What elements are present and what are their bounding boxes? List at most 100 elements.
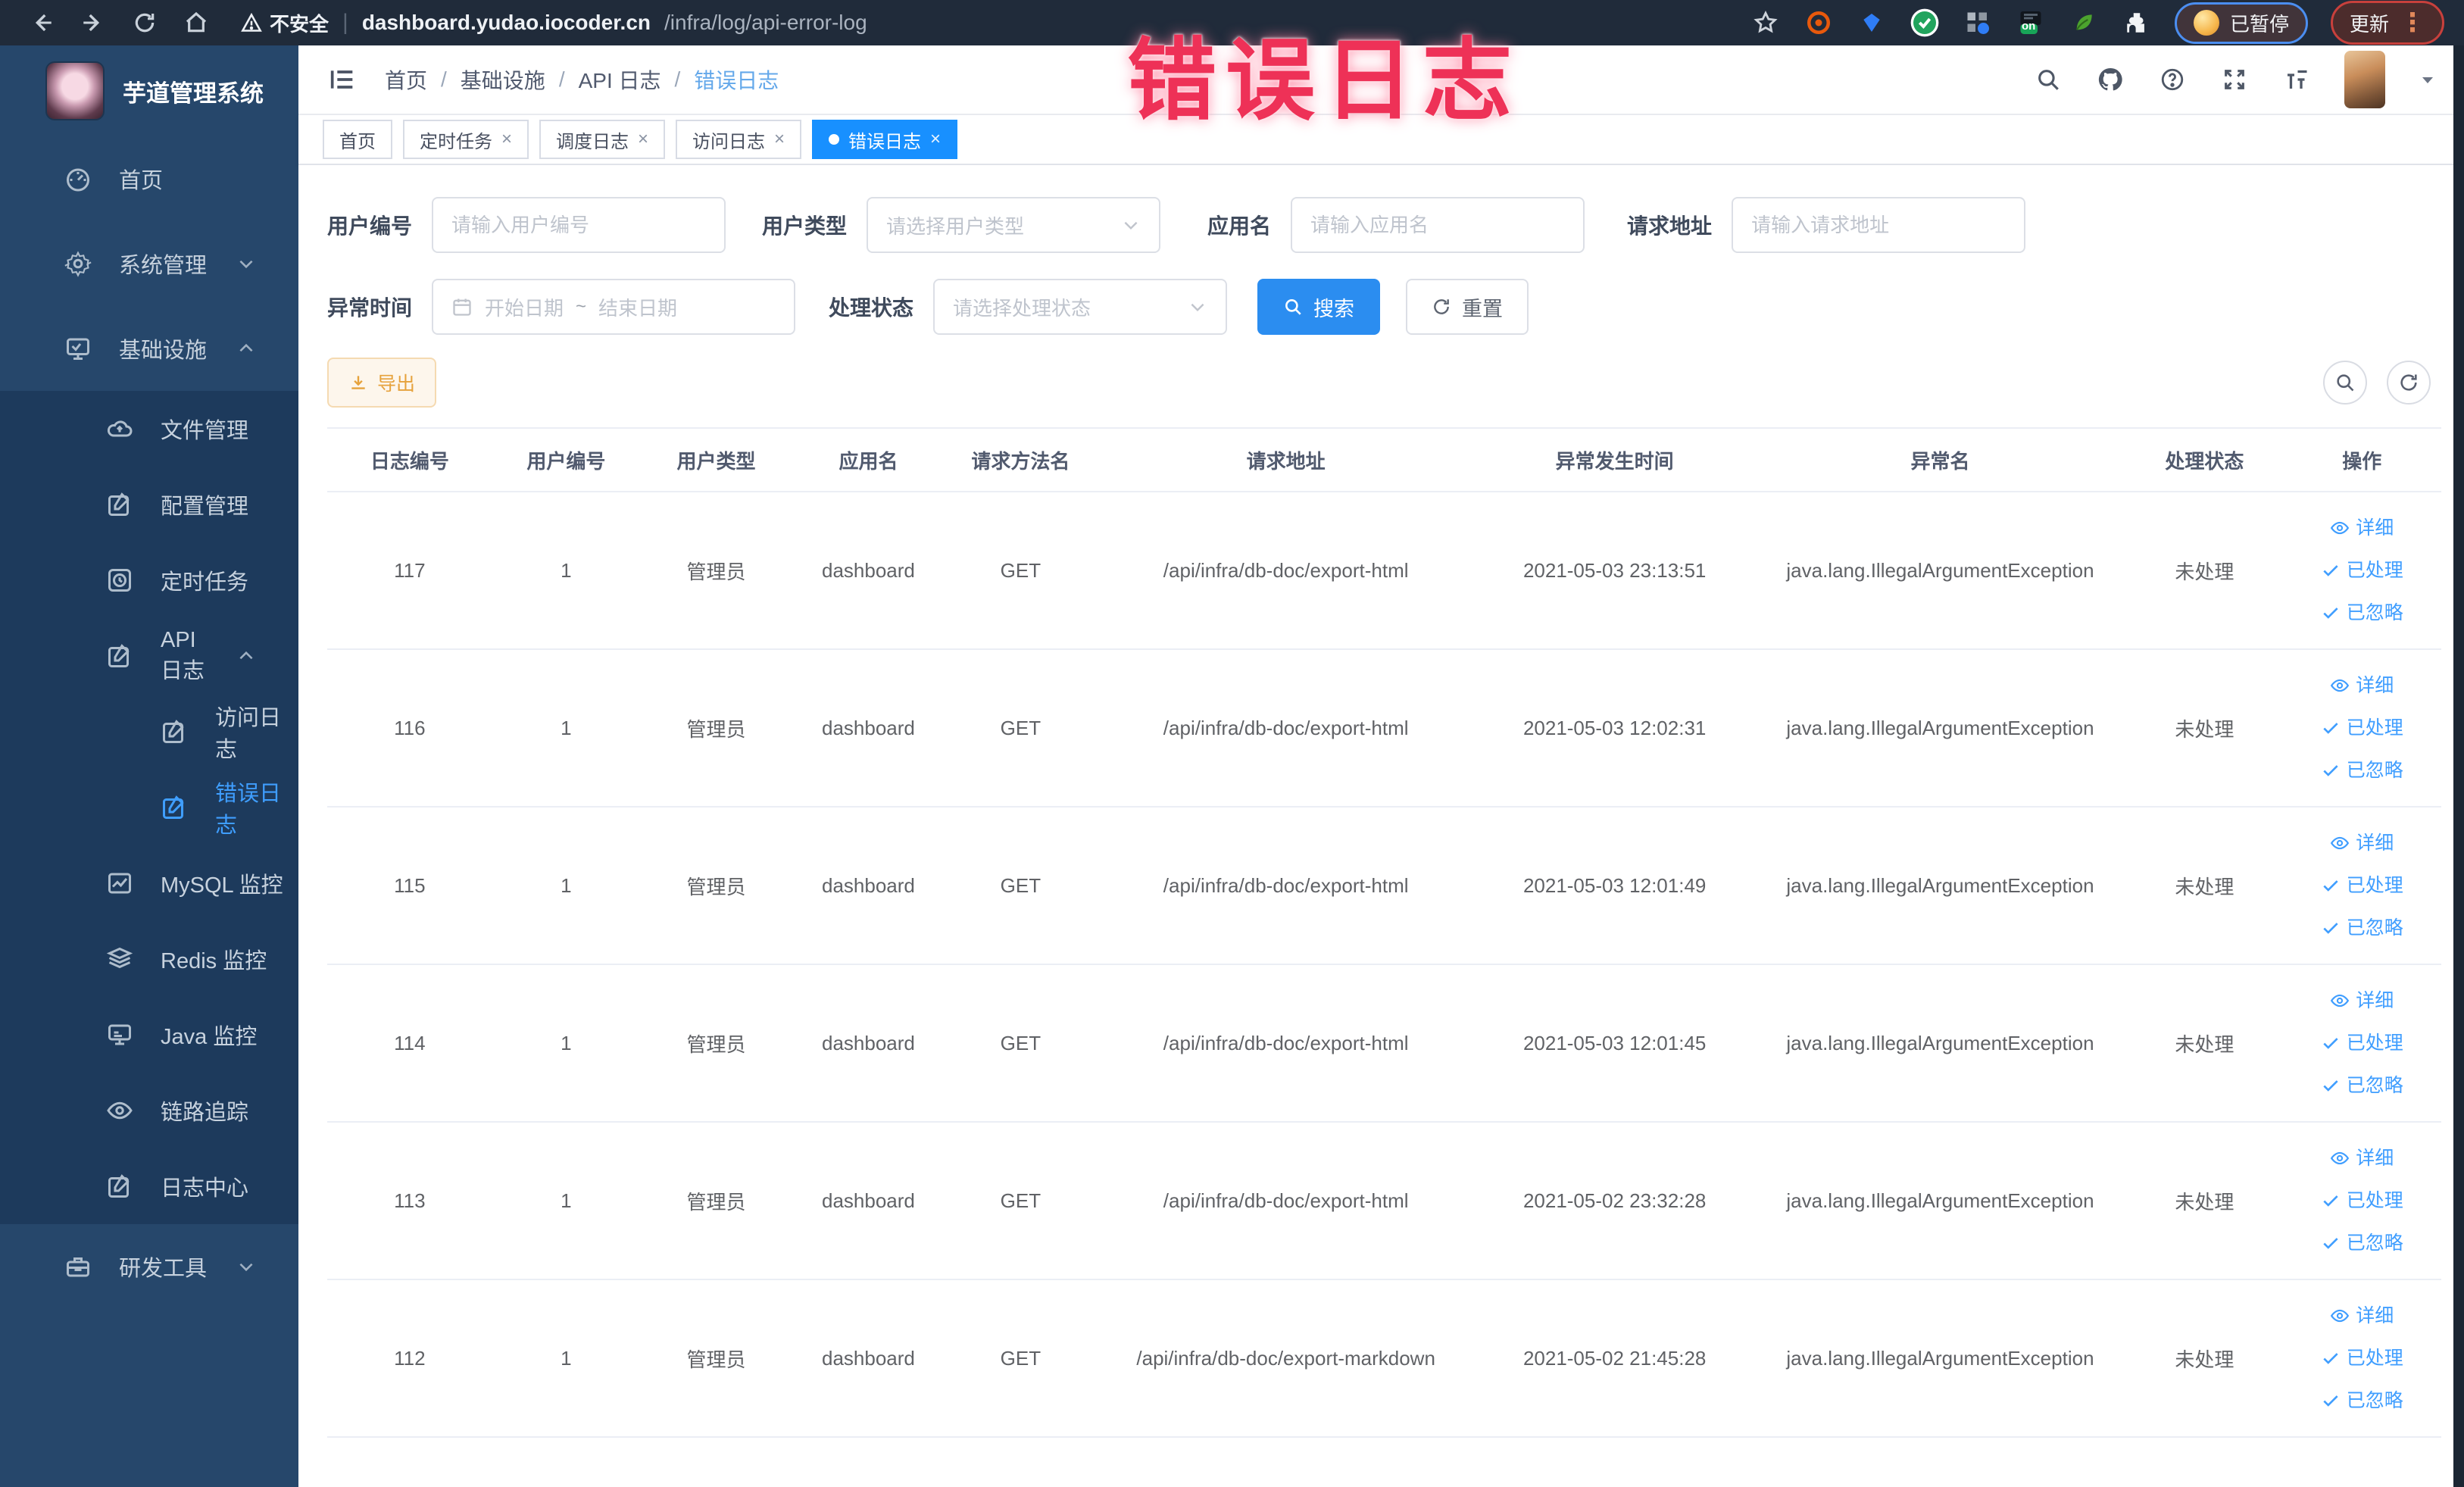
address-bar[interactable]: 不安全 | dashboard.yudao.iocoder.cn/infra/l… xyxy=(241,9,867,37)
close-icon[interactable]: × xyxy=(774,129,785,150)
reset-button[interactable]: 重置 xyxy=(1406,279,1529,335)
mark-processed-link[interactable]: 已处理 xyxy=(2291,549,2434,592)
sidebar-item-error-log[interactable]: 错误日志 xyxy=(0,770,298,845)
error-log-icon xyxy=(161,794,188,821)
close-icon[interactable]: × xyxy=(930,129,941,150)
user-type-select[interactable]: 请选择用户类型 xyxy=(867,197,1161,253)
sidebar-item-system[interactable]: 系统管理 xyxy=(0,221,298,306)
mark-ignored-label: 已忽略 xyxy=(2346,1390,2403,1411)
hide-search-button[interactable] xyxy=(2323,361,2367,405)
cell-actions: 详细 已处理 已忽略 xyxy=(2282,964,2441,1123)
sidebar-item-label: 访问日志 xyxy=(215,706,282,762)
cell-exception-name: java.lang.IllegalArgumentException xyxy=(1754,964,2127,1123)
cell-exception-name: java.lang.IllegalArgumentException xyxy=(1754,492,2127,650)
cell-log-id: 112 xyxy=(327,1279,492,1438)
sidebar-item-config[interactable]: 配置管理 xyxy=(0,467,298,542)
sidebar-item-file[interactable]: 文件管理 xyxy=(0,391,298,467)
user-avatar[interactable] xyxy=(2344,51,2385,108)
tab-home[interactable]: 首页 xyxy=(323,120,392,159)
sidebar-item-redis[interactable]: Redis 监控 xyxy=(0,921,298,997)
breadcrumb-api-log[interactable]: API 日志 xyxy=(579,64,661,95)
mark-ignored-link[interactable]: 已忽略 xyxy=(2291,1379,2434,1422)
cell-status: 未处理 xyxy=(2126,1122,2283,1280)
kebab-menu-icon[interactable]: ⋮ xyxy=(2400,8,2425,38)
sidebar-item-infra[interactable]: 基础设施 xyxy=(0,306,298,391)
tab-access-log[interactable]: 访问日志 × xyxy=(676,120,802,159)
ext-on-toggle-icon[interactable]: on xyxy=(2016,8,2046,38)
reload-icon[interactable] xyxy=(123,5,167,40)
ext-puzzle-icon[interactable] xyxy=(2122,8,2152,38)
sidebar-item-api-log[interactable]: API 日志 xyxy=(0,618,298,694)
ext-green-check-icon[interactable] xyxy=(1910,8,1940,38)
browser-update-pill[interactable]: 更新 ⋮ xyxy=(2330,1,2444,45)
ext-grid-icon[interactable] xyxy=(1963,8,1993,38)
detail-link[interactable]: 详细 xyxy=(2291,664,2434,707)
ext-orange-icon[interactable] xyxy=(1803,8,1834,38)
caret-down-icon[interactable] xyxy=(2419,70,2437,89)
search-button[interactable]: 搜索 xyxy=(1257,279,1381,335)
sidebar-item-home[interactable]: 首页 xyxy=(0,136,298,221)
tab-job[interactable]: 定时任务 × xyxy=(403,120,529,159)
app-name-input[interactable] xyxy=(1310,213,1566,237)
github-icon[interactable] xyxy=(2096,65,2125,94)
breadcrumb-home[interactable]: 首页 xyxy=(385,64,427,95)
tab-error-log[interactable]: 错误日志 × xyxy=(812,120,958,159)
mark-ignored-link[interactable]: 已忽略 xyxy=(2291,592,2434,634)
sidebar-item-dev-tools[interactable]: 研发工具 xyxy=(0,1224,298,1309)
sidebar-item-trace[interactable]: 链路追踪 xyxy=(0,1073,298,1148)
forward-icon[interactable] xyxy=(71,5,115,40)
request-url-input[interactable] xyxy=(1751,213,2006,237)
cloud-upload-icon xyxy=(106,415,133,442)
user-id-input[interactable] xyxy=(451,213,707,237)
cell-status: 未处理 xyxy=(2126,964,2283,1123)
close-icon[interactable]: × xyxy=(638,129,648,150)
ext-blue-icon[interactable] xyxy=(1857,8,1887,38)
mark-ignored-link[interactable]: 已忽略 xyxy=(2291,1064,2434,1107)
bookmark-star-icon[interactable] xyxy=(1750,8,1781,38)
mark-ignored-label: 已忽略 xyxy=(2346,917,2403,939)
process-status-select[interactable]: 请选择处理状态 xyxy=(933,279,1228,335)
date-range-picker[interactable]: 开始日期 ~ 结束日期 xyxy=(432,279,796,335)
mark-processed-label: 已处理 xyxy=(2346,1032,2403,1054)
sidebar-item-log-center[interactable]: 日志中心 xyxy=(0,1148,298,1224)
profile-paused-pill[interactable]: 已暂停 xyxy=(2174,2,2308,44)
fullscreen-icon[interactable] xyxy=(2220,65,2249,94)
sidebar-item-mysql[interactable]: MySQL 监控 xyxy=(0,845,298,921)
vertical-scrollbar[interactable] xyxy=(2453,45,2464,1487)
check-icon xyxy=(2323,880,2338,892)
mark-ignored-link[interactable]: 已忽略 xyxy=(2291,907,2434,949)
tab-job-log[interactable]: 调度日志 × xyxy=(539,120,666,159)
detail-link[interactable]: 详细 xyxy=(2291,1137,2434,1179)
clock-icon xyxy=(106,567,133,594)
help-icon[interactable] xyxy=(2158,65,2187,94)
mark-processed-link[interactable]: 已处理 xyxy=(2291,1179,2434,1222)
collapse-menu-icon[interactable] xyxy=(326,64,359,95)
sidebar-item-label: Java 监控 xyxy=(161,1025,258,1049)
mark-processed-link[interactable]: 已处理 xyxy=(2291,1022,2434,1064)
sidebar-item-label: 配置管理 xyxy=(161,495,249,519)
tab-label: 访问日志 xyxy=(692,131,766,152)
mark-processed-link[interactable]: 已处理 xyxy=(2291,1337,2434,1379)
detail-link[interactable]: 详细 xyxy=(2291,822,2434,864)
mark-ignored-link[interactable]: 已忽略 xyxy=(2291,1222,2434,1264)
sidebar-item-job[interactable]: 定时任务 xyxy=(0,542,298,618)
detail-link[interactable]: 详细 xyxy=(2291,1295,2434,1337)
ext-leaf-icon[interactable] xyxy=(2069,8,2099,38)
font-size-icon[interactable] xyxy=(2282,65,2311,94)
mark-ignored-link[interactable]: 已忽略 xyxy=(2291,749,2434,792)
sidebar-item-access-log[interactable]: 访问日志 xyxy=(0,694,298,770)
search-icon[interactable] xyxy=(2034,65,2063,94)
logo-row[interactable]: 芋道管理系统 xyxy=(0,45,298,136)
detail-link[interactable]: 详细 xyxy=(2291,507,2434,549)
close-icon[interactable]: × xyxy=(501,129,512,150)
mark-processed-link[interactable]: 已处理 xyxy=(2291,864,2434,907)
breadcrumb-infra[interactable]: 基础设施 xyxy=(461,64,545,95)
back-icon[interactable] xyxy=(20,5,64,40)
mark-processed-link[interactable]: 已处理 xyxy=(2291,707,2434,749)
refresh-button[interactable] xyxy=(2387,361,2431,405)
cell-method: GET xyxy=(944,964,1097,1123)
export-button[interactable]: 导出 xyxy=(327,358,437,408)
sidebar-item-java[interactable]: Java 监控 xyxy=(0,997,298,1073)
detail-link[interactable]: 详细 xyxy=(2291,979,2434,1022)
home-icon[interactable] xyxy=(174,5,218,40)
